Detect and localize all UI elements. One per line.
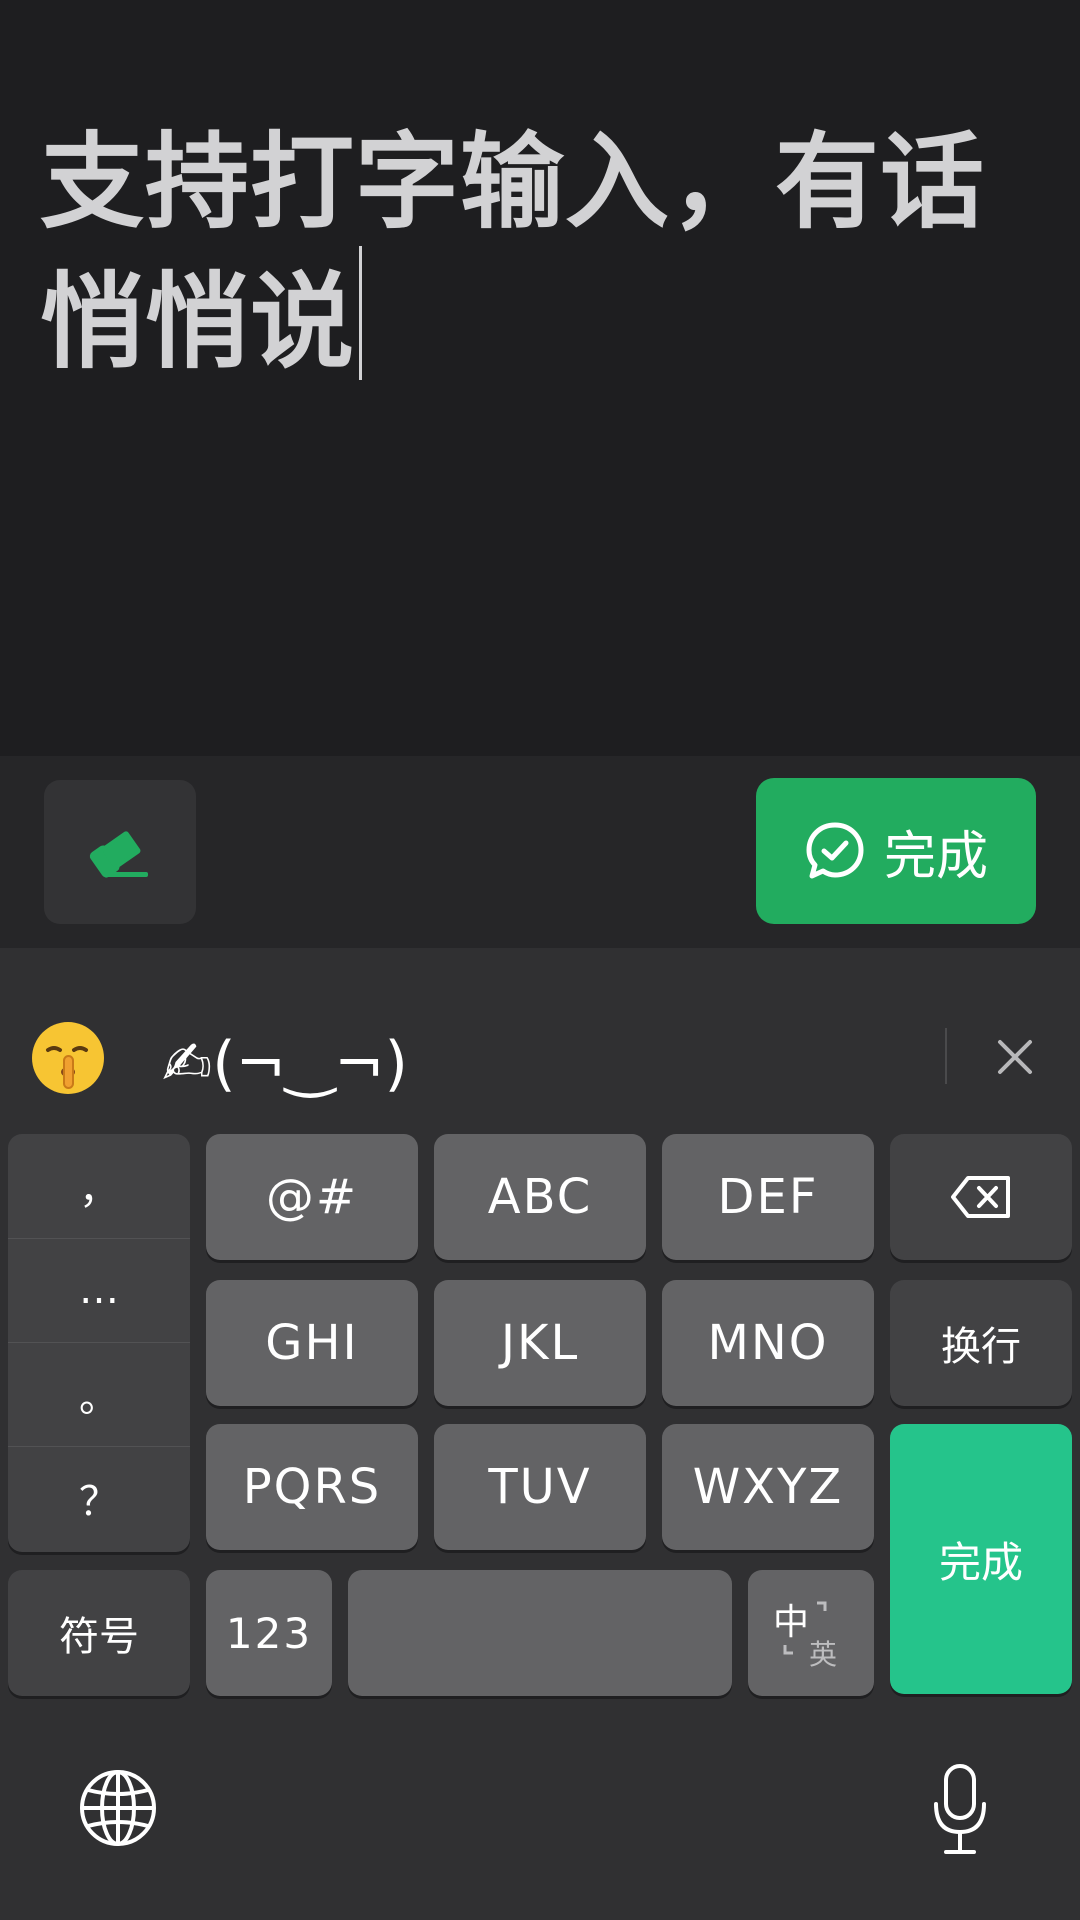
switch-arrows-icon	[783, 1601, 827, 1655]
microphone-icon[interactable]	[930, 1764, 990, 1856]
chat-check-icon	[806, 822, 864, 879]
key-symbols-at[interactable]: @#	[206, 1134, 418, 1260]
key-tuv[interactable]: TUV	[434, 1424, 646, 1550]
key-pqrs[interactable]: PQRS	[206, 1424, 418, 1550]
eraser-button[interactable]	[44, 780, 196, 924]
done-button[interactable]: 完成	[756, 778, 1036, 924]
text-caret	[359, 246, 363, 380]
numbers-key[interactable]: 123	[206, 1570, 332, 1696]
key-ghi[interactable]: GHI	[206, 1280, 418, 1406]
keyboard: ✍(¬‿¬) ， … 。 ？ @# ABC DEF GHI JKL MNO 换行…	[0, 948, 1080, 1920]
suggestion-divider	[945, 1028, 947, 1084]
space-key[interactable]	[348, 1570, 732, 1696]
backspace-icon	[951, 1176, 1010, 1218]
newline-key[interactable]: 换行	[890, 1280, 1072, 1406]
backspace-key[interactable]	[890, 1134, 1072, 1260]
key-mno[interactable]: MNO	[662, 1280, 874, 1406]
punct-key-ellipsis[interactable]: …	[8, 1238, 190, 1342]
typed-text-content: 支持打字输入，有话悄悄说	[40, 121, 986, 383]
key-wxyz[interactable]: WXYZ	[662, 1424, 874, 1550]
language-switch-key[interactable]: 中 英	[748, 1570, 874, 1696]
eraser-icon	[89, 831, 148, 878]
key-def[interactable]: DEF	[662, 1134, 874, 1260]
kaomoji-suggestion[interactable]: ✍(¬‿¬)	[162, 1024, 408, 1104]
language-switch-glyph: 中 英	[771, 1593, 851, 1673]
shushing-face-emoji[interactable]	[30, 1020, 106, 1096]
punct-key-comma[interactable]: ，	[8, 1134, 190, 1238]
punctuation-column: ， … 。 ？	[8, 1134, 190, 1552]
punct-key-question[interactable]: ？	[8, 1446, 190, 1550]
punct-key-period[interactable]: 。	[8, 1342, 190, 1446]
key-abc[interactable]: ABC	[434, 1134, 646, 1260]
symbols-key[interactable]: 符号	[8, 1570, 190, 1696]
keyboard-done-key[interactable]: 完成	[890, 1424, 1072, 1694]
close-icon[interactable]	[990, 1032, 1040, 1082]
key-jkl[interactable]: JKL	[434, 1280, 646, 1406]
action-bar: 完成	[0, 756, 1080, 948]
done-button-label: 完成	[883, 826, 988, 887]
globe-icon[interactable]	[78, 1768, 158, 1848]
suggestion-bar: ✍(¬‿¬)	[0, 948, 1080, 1118]
text-input-area[interactable]: 支持打字输入，有话悄悄说	[0, 0, 1080, 756]
typed-text: 支持打字输入，有话悄悄说	[40, 118, 1050, 386]
